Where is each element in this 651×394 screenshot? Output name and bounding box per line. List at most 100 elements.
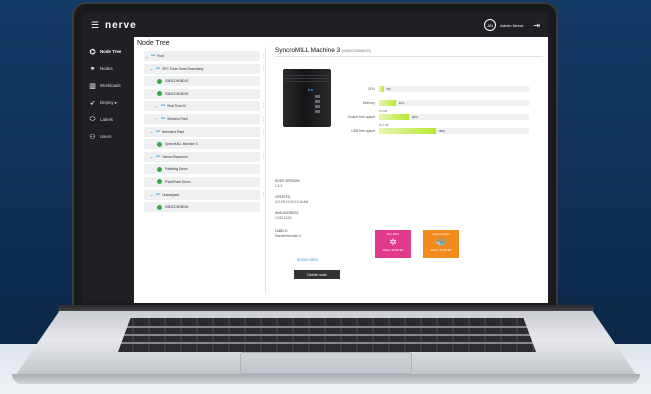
divider [275, 56, 543, 57]
nodes-icon: ⚭ [89, 65, 96, 73]
metric-percent: 38% [439, 128, 446, 133]
status-online-icon [157, 204, 162, 210]
status-online-icon [157, 78, 162, 84]
sidebar-item-node-tree[interactable]: ⌬ Node Tree [82, 43, 134, 60]
workload-card[interactable]: PLC DNA ✲ Status: STARTED [375, 230, 411, 258]
workload-title: PLC DNA [386, 232, 400, 236]
chevron-right-icon[interactable]: › [154, 116, 159, 121]
tree-group-row[interactable]: ⌄ ⚯ SPC Trade Show Rosenberg ⋮ [144, 63, 266, 74]
info-block: NODE VERSION: 1.2.3 [275, 179, 300, 188]
tree-group-row[interactable]: › ⚯ Siemens Plant ⋮ [144, 113, 266, 124]
tree-item-label: SyncroMILL Machine 3 [165, 142, 198, 147]
tree-item-label: Bremtena Plant [162, 129, 185, 134]
info-value: 10.93.13.81 [275, 216, 292, 220]
metric-label: CPU [367, 86, 375, 91]
metric-percent: 11% [398, 100, 405, 105]
tree-node-row[interactable]: 0083CD9D8D04 [144, 202, 260, 213]
tree-group-row[interactable]: › ⚯ Real Time Kit ⋮ [144, 101, 266, 112]
sidebar-item-labels[interactable]: ⬭ Labels [82, 111, 134, 128]
avatar[interactable]: AN [484, 19, 497, 31]
tree-item-label: SPC Trade Show Rosenberg [162, 66, 204, 71]
node-group-icon: ⚯ [161, 115, 166, 122]
sidebar-item-label: Workloads [100, 83, 121, 88]
brand-logo: nerve [105, 19, 137, 31]
metric-bar-fill [379, 85, 384, 92]
metric-capacity: 5.6 GB [379, 109, 388, 113]
metric-bar: 20% 5.6 GB [379, 110, 529, 120]
status-online-icon [157, 141, 162, 147]
tree-item-label: Siemens Plant [167, 116, 188, 121]
tree-group-row[interactable]: ⌄ ⚯ Bremtena Plant ⋮ [144, 126, 266, 137]
sidebar-item-nodes[interactable]: ⚭ Nodes [82, 60, 134, 77]
chevron-down-icon[interactable]: ⌄ [144, 54, 149, 59]
status-online-icon [157, 166, 162, 172]
docker-workload-icon: 🐳 [435, 237, 447, 247]
metric-bar: 3% [379, 85, 529, 92]
chevron-down-icon[interactable]: ⌄ [149, 66, 154, 71]
sidebar-item-workloads[interactable]: ▥ Workloads [82, 77, 134, 94]
labels-icon: ⬭ [89, 115, 96, 123]
metric-label: Docker free space [347, 114, 375, 119]
logout-icon[interactable]: ⇥ [533, 21, 540, 30]
metric-bar: 11% [379, 99, 529, 106]
info-value: ILO-09-19 09:21:16 AM [275, 200, 309, 204]
status-online-icon [157, 91, 162, 97]
metric-bar-fill [379, 113, 409, 120]
delete-node-button[interactable]: Delete node [294, 270, 340, 279]
laptop-front-edge [12, 374, 640, 384]
plc-workload-icon: ✲ [389, 237, 397, 247]
metric-percent: 20% [412, 114, 419, 119]
workload-title: Nerve Docker [432, 232, 450, 236]
tree-group-row[interactable]: ⌄ ⚯ Hanna Showroom ⋮ [144, 151, 266, 162]
chevron-down-icon[interactable]: ⌄ [149, 129, 154, 134]
sidebar-item-label: Nodes [100, 66, 113, 71]
info-key: LABELS: [275, 229, 288, 233]
menu-icon[interactable]: ☰ [91, 20, 101, 31]
workload-status: Status: STARTED [430, 249, 452, 252]
show-used-link[interactable]: SHOW USED [297, 258, 318, 262]
workload-card[interactable]: Nerve Docker 🐳 Status: STARTED [423, 230, 459, 258]
metric-capacity: 51.1 GB [379, 123, 389, 127]
tree-group-row[interactable]: ⌄ ⚯ Root ⋮ [144, 51, 266, 61]
tree-item-label: 0083CD9D8D05 [165, 91, 189, 96]
info-value: 1.2.3 [275, 184, 283, 188]
user-name: Admin Nerve [500, 22, 524, 28]
sidebar-item-label: Labels [100, 117, 113, 122]
divider [265, 47, 266, 293]
tree-item-label: Unassigned [162, 192, 180, 197]
sidebar-item-users[interactable]: ⚇ Users [82, 128, 134, 145]
tree-node-row[interactable]: PickAPlace Demo [144, 176, 260, 187]
sidebar-item-label: Deploy ▸ [100, 99, 118, 105]
users-icon: ⚇ [89, 133, 96, 141]
node-group-icon: ⚯ [151, 53, 156, 59]
trackpad [240, 352, 412, 374]
sidebar-item-deploy[interactable]: ➶ Deploy ▸ [82, 94, 134, 111]
deploy-icon: ➶ [89, 99, 96, 107]
chevron-down-icon[interactable]: ⌄ [149, 192, 154, 197]
node-name: SyncroMILL Machine 3 [275, 47, 341, 54]
tree-node-row[interactable]: SyncroMILL Machine 3 [144, 139, 260, 150]
keyboard [118, 318, 536, 352]
tree-node-row[interactable]: 0083CD9D8D05 [144, 88, 260, 99]
node-group-icon: ⚯ [161, 103, 166, 110]
chevron-right-icon[interactable]: › [154, 104, 159, 109]
info-key: NODE VERSION: [275, 179, 301, 183]
metric-bar-fill [379, 99, 396, 106]
node-tree: ⌄ ⚯ Root ⋮ ⌄ ⚯ SPC Trade Show Rosenberg ⋮ 0083CD… [144, 51, 266, 215]
tree-item-label: Hanna Showroom [162, 154, 188, 159]
node-tree-icon: ⌬ [89, 48, 96, 56]
chevron-down-icon[interactable]: ⌄ [149, 154, 154, 159]
metric-row: CPU 3% [335, 85, 545, 92]
tree-node-row[interactable]: Palletting Demo [144, 164, 260, 175]
metric-bar: 38% 51.1 GB [379, 124, 529, 134]
tree-node-row[interactable]: 0083CD9D8D02 [144, 76, 260, 87]
sidebar-item-label: Node Tree [100, 49, 122, 54]
info-block: CREATED: ILO-09-19 09:21:16 AM [275, 195, 308, 204]
node-group-icon: ⚯ [156, 128, 161, 135]
laptop-screen: ☰ nerve AN Admin Nerve ⇥ ⌬ Node Tree ⚭ Node… [82, 13, 548, 303]
device-image [283, 69, 331, 127]
metric-percent: 3% [386, 86, 391, 91]
info-block: WAN ADDRESS: 10.93.13.81 [275, 211, 299, 220]
tree-group-row[interactable]: ⌄ ⚯ Unassigned ⋮ [144, 189, 266, 200]
top-bar: ☰ nerve AN Admin Nerve ⇥ [82, 13, 548, 37]
